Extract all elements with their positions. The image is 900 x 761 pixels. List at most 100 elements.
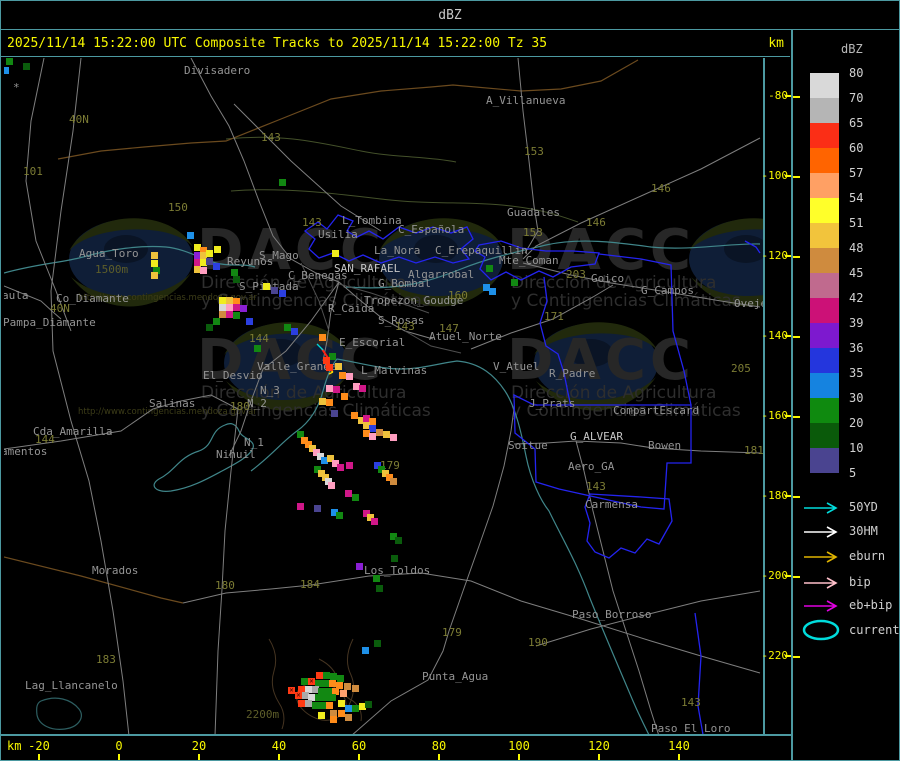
radar-echo-pixel: [344, 683, 351, 690]
radar-echo-pixel: [206, 250, 213, 257]
radar-echo-pixel: [332, 250, 339, 257]
radar-echo-pixel: [395, 537, 402, 544]
radar-echo-pixel: [312, 702, 319, 709]
route-number-label: 179: [442, 626, 462, 639]
scale-label: 54: [849, 191, 864, 205]
map-label: G_Bombal: [378, 277, 431, 290]
radar-echo-pixel: [341, 393, 348, 400]
scale-label: 57: [849, 166, 864, 180]
map-label: G_Campos: [641, 284, 694, 297]
map-label: Soitue: [508, 439, 548, 452]
bottom-axis-tick: [38, 754, 40, 760]
radar-echo-pixel: [369, 425, 376, 432]
map-label: Paso_Borroso: [572, 608, 652, 621]
radar-echo-pixel: [322, 694, 329, 701]
route-number-label: 190: [528, 636, 548, 649]
radar-echo-pixel: [233, 276, 240, 283]
radar-echo-pixel: [376, 429, 383, 436]
radar-echo-pixel: [291, 328, 298, 335]
radar-echo-pixel: [337, 675, 344, 682]
scale-tick: [793, 256, 800, 258]
map-label: L_Malvinas: [361, 364, 428, 377]
radar-echo-pixel: [213, 263, 220, 270]
current-ellipse-icon: [802, 619, 840, 641]
radar-echo-pixel: [240, 305, 247, 312]
route-number-label: 147: [439, 322, 459, 335]
30HM-arrow-icon: [804, 526, 838, 538]
radar-echo-pixel: [219, 304, 226, 311]
radar-echo-pixel: [279, 290, 286, 297]
30HM-symbol: [801, 524, 845, 543]
timestamp-text: 2025/11/14 15:22:00 UTC Composite Tracks…: [7, 35, 548, 51]
route-number-label: 101: [23, 165, 43, 178]
scale-label: 70: [849, 91, 864, 105]
radar-echo-pixel: [329, 694, 336, 701]
map-label: CompartEscard: [613, 404, 700, 417]
radar-echo-pixel: [271, 287, 278, 294]
radar-echo-pixel: [337, 464, 344, 471]
map-label: Oveje: [734, 297, 763, 310]
scale-tick: [793, 96, 800, 98]
scale-tick: [793, 176, 800, 178]
legend-label: bip: [849, 575, 871, 589]
bottom-axis-label: 0: [115, 739, 123, 753]
map-label: *: [13, 81, 20, 94]
radar-echo-pixel: [328, 482, 335, 489]
radar-echo-pixel: [151, 272, 158, 279]
radar-echo-pixel: [330, 673, 337, 680]
scale-block: [810, 323, 839, 348]
radar-echo-pixel: [319, 398, 326, 405]
route-number-label: 143: [586, 480, 606, 493]
map-label: Aero_GA: [568, 460, 615, 473]
scale-label: 48: [849, 241, 864, 255]
eb+bip-symbol: [801, 598, 845, 617]
route-number-label: 203: [566, 268, 586, 281]
radar-echo-pixel: [356, 563, 363, 570]
route-number-label: 143: [395, 320, 415, 333]
radar-echo-pixel: [279, 179, 286, 186]
radar-echo-pixel: [329, 680, 336, 687]
eburn-arrow-icon: [804, 551, 838, 563]
radar-echo-pixel: [376, 585, 383, 592]
map-label: La_Nora: [374, 244, 421, 257]
radar-echo-pixel: [346, 373, 353, 380]
bottom-axis-tick: [278, 754, 280, 760]
radar-echo-pixel: [4, 67, 9, 74]
map-label: S_Mago: [259, 249, 299, 262]
scale-block: [810, 398, 839, 423]
radar-echo-pixel: [315, 694, 322, 701]
radar-echo-pixel: [330, 716, 337, 723]
radar-echo-pixel: [345, 714, 352, 721]
eb+bip-arrow-icon: [804, 600, 838, 612]
route-number-label: 181: [744, 444, 763, 457]
radar-echo-pixel: [326, 385, 333, 392]
radar-echo-pixel: [511, 279, 518, 286]
status-bar: 2025/11/14 15:22:00 UTC Composite Tracks…: [1, 30, 790, 57]
map-label: Bowen: [648, 439, 682, 452]
radar-window: dBZ 2025/11/14 15:22:00 UTC Composite Tr…: [0, 0, 900, 761]
legend-label: eb+bip: [849, 598, 893, 612]
radar-echo-pixel: [390, 478, 397, 485]
map-label: Paso_El_Loro: [651, 722, 731, 734]
bottom-axis-tick: [678, 754, 680, 760]
radar-echo-pixel: [305, 700, 312, 707]
radar-echo-pixel: [329, 353, 336, 360]
radar-echo-pixel: [374, 640, 381, 647]
radar-echo-pixel: [231, 269, 238, 276]
scale-block: [810, 448, 839, 473]
radar-map-canvas[interactable]: DACC DACC DACC DACC Dirección de Agricul…: [4, 58, 763, 734]
radar-echo-pixel: [314, 505, 321, 512]
radar-echo-pixel: [326, 702, 333, 709]
scale-label: 20: [849, 416, 864, 430]
route-number-label: 150: [168, 201, 188, 214]
radar-echo-pixel: [246, 318, 253, 325]
radar-echo-pixel: [233, 312, 240, 319]
bottom-axis-tick: [198, 754, 200, 760]
radar-echo-pixel: [319, 702, 326, 709]
route-number-label: 40N: [50, 302, 70, 315]
scale-label: 42: [849, 291, 864, 305]
scale-block: [810, 123, 839, 148]
radar-echo-pixel: [322, 680, 329, 687]
radar-echo-pixel: [297, 503, 304, 510]
bottom-axis: km -20 0 20 40 60 80 100 120 140: [1, 738, 791, 760]
